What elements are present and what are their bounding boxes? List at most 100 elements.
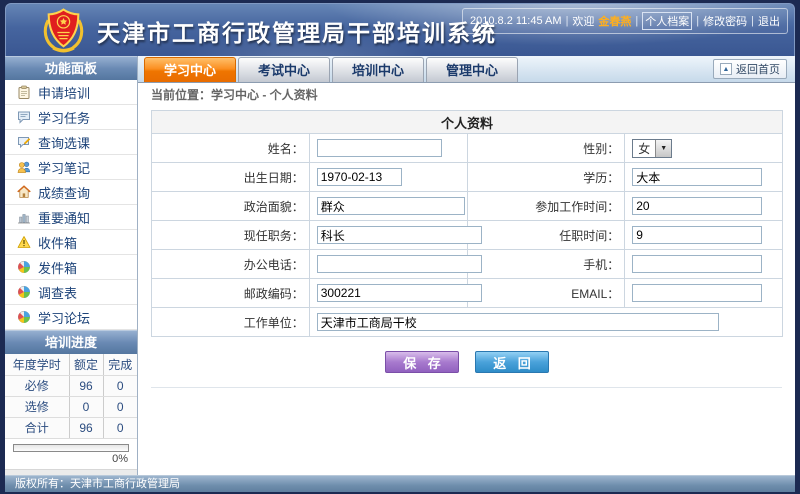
bar-chart-icon <box>17 210 31 224</box>
tenure-input[interactable] <box>632 226 762 244</box>
tab-study-center[interactable]: 学习中心 <box>144 57 236 82</box>
form-row: 出生日期： 学历： <box>152 163 783 192</box>
sidebar-item-label: 收件箱 <box>38 233 77 252</box>
tab-training-center[interactable]: 培训中心 <box>332 57 424 82</box>
tab-bar: 学习中心 考试中心 培训中心 管理中心 ▲ 返回首页 <box>138 56 795 83</box>
chevron-down-icon: ▼ <box>655 140 671 157</box>
return-home-button[interactable]: ▲ 返回首页 <box>713 59 787 79</box>
sidebar-item-study-forum[interactable]: 学习论坛 <box>5 305 137 330</box>
progress-row-quota: 0 <box>69 396 103 417</box>
form-row: 邮政编码： EMAIL： <box>152 279 783 308</box>
footer: 版权所有：天津市工商行政管理局 <box>5 475 795 492</box>
sidebar-item-label: 申请培训 <box>38 83 90 102</box>
sidebar-item-label: 重要通知 <box>38 208 90 227</box>
email-input[interactable] <box>632 284 762 302</box>
separator: | <box>566 15 569 27</box>
progress-row-done: 0 <box>103 375 137 396</box>
name-input[interactable] <box>317 139 442 157</box>
brand: 天津市工商行政管理局干部培训系统 <box>40 7 497 54</box>
sidebar-item-label: 调查表 <box>38 283 77 302</box>
progress-row-label: 选修 <box>5 396 69 417</box>
sidebar-item-survey[interactable]: 调查表 <box>5 280 137 305</box>
progress-bar <box>13 444 129 452</box>
sidebar-panel-title: 功能面板 <box>5 56 137 80</box>
sidebar-item-course-query[interactable]: 查询选课 <box>5 130 137 155</box>
sidebar-item-score-query[interactable]: 成绩查询 <box>5 180 137 205</box>
table-row: 合计 96 0 <box>5 417 137 438</box>
sidebar-item-notices[interactable]: 重要通知 <box>5 205 137 230</box>
chat-edit-icon <box>17 135 31 149</box>
progress-panel-title: 培训进度 <box>5 330 137 354</box>
return-home-label: 返回首页 <box>736 61 780 77</box>
sidebar-item-label: 学习论坛 <box>38 308 90 327</box>
separator: | <box>696 15 699 27</box>
table-row: 必修 96 0 <box>5 375 137 396</box>
gender-select-value: 女 <box>633 140 655 157</box>
username: 金春燕 <box>598 13 631 29</box>
topbar-link-profile[interactable]: 个人档案 <box>642 12 692 30</box>
progress-row-label: 必修 <box>5 375 69 396</box>
pie-chart-icon <box>17 310 31 324</box>
political-status-label: 政治面貌： <box>152 192 310 221</box>
gongshang-emblem-logo <box>40 7 87 54</box>
up-arrow-icon: ▲ <box>720 63 732 75</box>
work-start-input[interactable] <box>632 197 762 215</box>
office-phone-input[interactable] <box>317 255 482 273</box>
sidebar-item-outbox[interactable]: 发件箱 <box>5 255 137 280</box>
form-title-row: 个人资料 <box>152 111 783 134</box>
form-row: 姓名： 性别： 女 ▼ <box>152 134 783 163</box>
users-icon <box>17 160 31 174</box>
save-button[interactable]: 保 存 <box>385 351 459 373</box>
page-title: 天津市工商行政管理局干部培训系统 <box>97 14 497 48</box>
sidebar-item-label: 学习任务 <box>38 108 90 127</box>
form-buttons: 保 存 返 回 <box>151 351 783 373</box>
political-status-input[interactable] <box>317 197 465 215</box>
pie-chart-icon <box>17 260 31 274</box>
form-row: 工作单位： <box>152 308 783 337</box>
education-label: 学历： <box>467 163 625 192</box>
content-area: 学习中心 考试中心 培训中心 管理中心 ▲ 返回首页 当前位置：学习中心 - 个… <box>138 56 795 475</box>
education-input[interactable] <box>632 168 762 186</box>
birthdate-input[interactable] <box>317 168 402 186</box>
postcode-input[interactable] <box>317 284 482 302</box>
progress-row-label: 合计 <box>5 417 69 438</box>
gender-select[interactable]: 女 ▼ <box>632 139 672 158</box>
sidebar-item-study-tasks[interactable]: 学习任务 <box>5 105 137 130</box>
datetime-text: 2010.8.2 11:45 AM <box>470 15 562 27</box>
form-row: 办公电话： 手机： <box>152 250 783 279</box>
tab-exam-center[interactable]: 考试中心 <box>238 57 330 82</box>
pie-chart-icon <box>17 285 31 299</box>
home-icon <box>17 185 31 199</box>
position-label: 现任职务： <box>152 221 310 250</box>
form-row: 现任职务： 任职时间： <box>152 221 783 250</box>
training-progress-table: 年度学时 额定 完成 必修 96 0 选修 0 0 合计 96 0 <box>5 354 137 439</box>
main-area: 功能面板 申请培训 学习任务 查询选课 学习笔记 成绩查询 <box>5 56 795 475</box>
sidebar-item-label: 成绩查询 <box>38 183 90 202</box>
progress-header-quota: 额定 <box>69 354 103 375</box>
welcome-text: 欢迎 <box>572 13 594 29</box>
gender-label: 性别： <box>467 134 625 163</box>
work-unit-input[interactable] <box>317 313 719 331</box>
sidebar-item-apply-training[interactable]: 申请培训 <box>5 80 137 105</box>
sidebar-item-label: 查询选课 <box>38 133 90 152</box>
topbar-link-change-password[interactable]: 修改密码 <box>703 13 747 29</box>
personal-info-form: 个人资料 姓名： 性别： 女 ▼ 出生日期： 学历： <box>151 110 783 337</box>
topbar-link-logout[interactable]: 退出 <box>758 13 780 29</box>
sidebar-item-label: 学习笔记 <box>38 158 90 177</box>
sidebar-item-inbox[interactable]: 收件箱 <box>5 230 137 255</box>
form-row: 政治面貌： 参加工作时间： <box>152 192 783 221</box>
sidebar-item-label: 发件箱 <box>38 258 77 277</box>
app-window: 天津市工商行政管理局干部培训系统 2010.8.2 11:45 AM | 欢迎 … <box>0 0 800 494</box>
position-input[interactable] <box>317 226 482 244</box>
mobile-label: 手机： <box>467 250 625 279</box>
mobile-input[interactable] <box>632 255 762 273</box>
back-button[interactable]: 返 回 <box>475 351 549 373</box>
progress-row-quota: 96 <box>69 375 103 396</box>
progress-header-row: 年度学时 额定 完成 <box>5 354 137 375</box>
progress-row-done: 0 <box>103 417 137 438</box>
sidebar-item-study-notes[interactable]: 学习笔记 <box>5 155 137 180</box>
tab-admin-center[interactable]: 管理中心 <box>426 57 518 82</box>
progress-row-done: 0 <box>103 396 137 417</box>
content-bottom-divider <box>151 387 782 475</box>
email-label: EMAIL： <box>467 279 625 308</box>
